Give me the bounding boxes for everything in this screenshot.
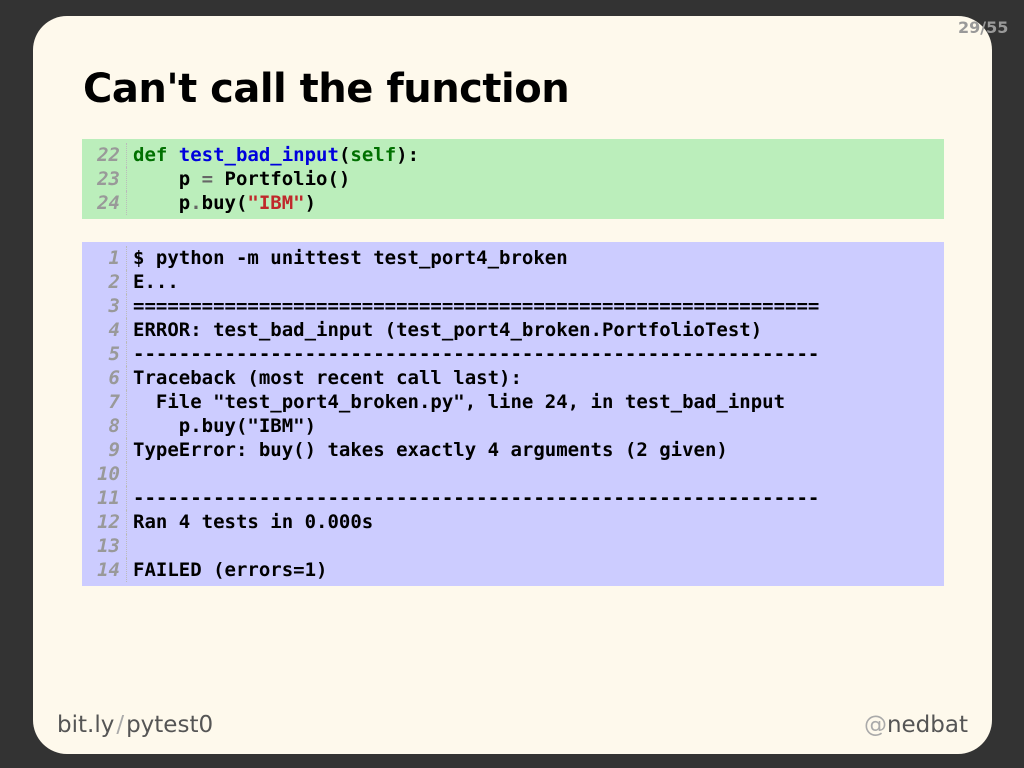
code-token: Portfolio() — [213, 168, 351, 190]
code-line: 23 p = Portfolio() — [82, 167, 944, 191]
code-block: 22 def test_bad_input(self): 23 p = Portfo… — [82, 139, 944, 219]
code-token: File "test_port4_broken.py", line 24, in… — [133, 391, 786, 413]
code-line: 14 FAILED (errors=1) — [82, 558, 944, 582]
terminal-output-block: 1 $ python -m unittest test_port4_broken 2… — [82, 242, 944, 586]
line-number: 1 — [82, 246, 127, 270]
slide: Can't call the function 22 def test_bad_i… — [33, 16, 992, 754]
line-number: 24 — [82, 191, 127, 215]
slide-title: Can't call the function — [83, 66, 570, 112]
line-number: 9 — [82, 438, 127, 462]
line-number: 7 — [82, 390, 127, 414]
line-number: 23 — [82, 167, 127, 191]
code-token: ) — [304, 192, 317, 214]
code-line: 12 Ran 4 tests in 0.000s — [82, 510, 944, 534]
code-line: 11 --------------------------------------… — [82, 486, 944, 510]
footer-separator: / — [116, 712, 125, 738]
at-sign: @ — [863, 712, 887, 738]
code-token: p.buy("IBM") — [133, 415, 317, 437]
code-line: 3 =======================================… — [82, 294, 944, 318]
code-token: def — [133, 144, 168, 166]
handle-text: nedbat — [886, 712, 968, 738]
code-line: 22 def test_bad_input(self): — [82, 143, 944, 167]
footer-link[interactable]: bit.ly/pytest0 — [57, 712, 213, 738]
line-number: 14 — [82, 558, 127, 582]
code-line: 5 ---------------------------------------… — [82, 342, 944, 366]
page-number: 29/55 — [958, 18, 1009, 37]
code-line: 10 — [82, 462, 944, 486]
code-token: Ran 4 tests in 0.000s — [133, 511, 374, 533]
line-number: 8 — [82, 414, 127, 438]
code-token: FAILED (errors=1) — [133, 559, 328, 581]
line-number: 5 — [82, 342, 127, 366]
line-number: 2 — [82, 270, 127, 294]
code-line: 4 ERROR: test_bad_input (test_port4_broke… — [82, 318, 944, 342]
code-token: TypeError: buy() takes exactly 4 argumen… — [133, 439, 728, 461]
line-number: 6 — [82, 366, 127, 390]
line-number: 3 — [82, 294, 127, 318]
code-line: 9 TypeError: buy() takes exactly 4 argume… — [82, 438, 944, 462]
code-line: 8 p.buy("IBM") — [82, 414, 944, 438]
line-number: 13 — [82, 534, 127, 558]
line-number: 10 — [82, 462, 127, 486]
code-line: 2 E... — [82, 270, 944, 294]
code-token: ----------------------------------------… — [133, 343, 820, 365]
code-token: buy( — [201, 192, 248, 214]
code-token: ): — [396, 144, 420, 166]
footer-host: bit.ly — [57, 712, 115, 738]
code-token: p — [133, 168, 202, 190]
code-token: . — [190, 192, 202, 214]
code-line: 1 $ python -m unittest test_port4_broken — [82, 246, 944, 270]
footer-handle: @nedbat — [864, 712, 968, 738]
code-token: $ python -m unittest test_port4_broken — [133, 247, 568, 269]
code-token: = — [201, 168, 214, 190]
code-token: ========================================… — [133, 295, 820, 317]
line-number: 22 — [82, 143, 127, 167]
code-token: "IBM" — [247, 192, 305, 214]
line-number: 4 — [82, 318, 127, 342]
footer-path: pytest0 — [126, 712, 214, 738]
code-line: 7 File "test_port4_broken.py", line 24, … — [82, 390, 944, 414]
code-token: self — [350, 144, 397, 166]
code-token: p — [133, 192, 191, 214]
code-line: 6 Traceback (most recent call last): — [82, 366, 944, 390]
code-line: 24 p.buy("IBM") — [82, 191, 944, 215]
code-token: test_bad_input — [178, 144, 339, 166]
code-token: ----------------------------------------… — [133, 487, 820, 509]
line-number: 12 — [82, 510, 127, 534]
code-token: E... — [133, 271, 179, 293]
code-token: ERROR: test_bad_input (test_port4_broken… — [133, 319, 763, 341]
code-token: ( — [338, 144, 351, 166]
code-line: 13 — [82, 534, 944, 558]
line-number: 11 — [82, 486, 127, 510]
code-token: Traceback (most recent call last): — [133, 367, 522, 389]
